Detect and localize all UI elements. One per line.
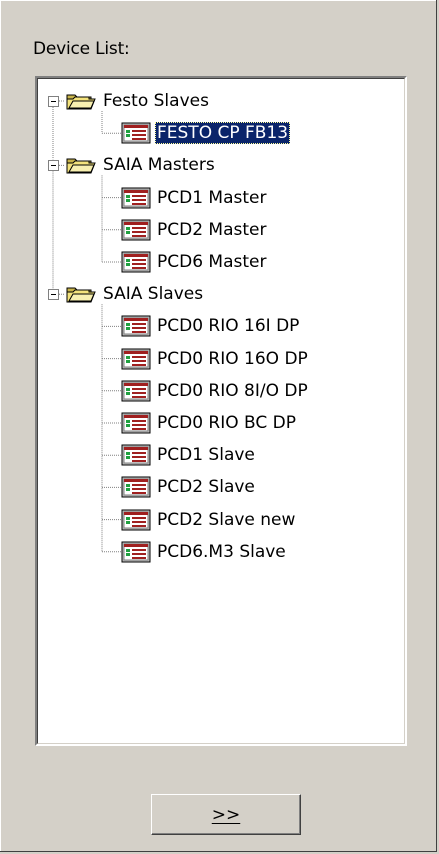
device-list-label: Device List:: [33, 39, 130, 59]
device-icon: [121, 122, 151, 148]
device-icon: [121, 348, 151, 374]
tree-device-item[interactable]: PCD1 Master: [37, 185, 397, 211]
add-device-button-label: >>: [211, 804, 241, 825]
tree-device-label: PCD2 Master: [157, 219, 267, 240]
tree-group-label: SAIA Masters: [103, 155, 215, 176]
tree-device-item[interactable]: PCD0 RIO 8I/O DP: [37, 378, 397, 404]
device-list-panel: Device List: Festo Slaves FESTO CP FB13 SA…: [0, 0, 437, 852]
tree-device-label: PCD1 Master: [157, 187, 267, 208]
tree-device-label: PCD0 RIO BC DP: [157, 413, 297, 433]
tree-device-label: PCD0 RIO 16I DP: [157, 316, 300, 337]
tree-device-label: PCD2 Slave: [157, 477, 255, 498]
device-icon: [121, 251, 151, 277]
collapse-toggle-icon[interactable]: [48, 289, 59, 301]
tree-device-label: PCD0 RIO 8I/O DP: [157, 380, 308, 401]
tree-device-label-selected: FESTO CP FB13: [155, 122, 291, 145]
device-icon: [121, 219, 151, 245]
tree-device-item[interactable]: PCD6 Master: [37, 249, 397, 275]
tree-group-node[interactable]: SAIA Masters: [37, 152, 397, 178]
add-device-button[interactable]: >>: [151, 794, 301, 835]
folder-open-icon: [65, 91, 97, 115]
device-icon: [121, 476, 151, 502]
tree-group-label: SAIA Slaves: [103, 284, 204, 305]
device-icon: [121, 541, 151, 567]
tree-device-item[interactable]: PCD2 Master: [37, 217, 397, 243]
tree-device-label: PCD6.M3 Slave: [157, 541, 286, 562]
tree-device-item[interactable]: PCD0 RIO 16O DP: [37, 346, 397, 372]
folder-open-icon: [65, 284, 97, 308]
tree-device-item[interactable]: PCD2 Slave: [37, 474, 397, 500]
device-icon: [121, 412, 151, 438]
tree-device-item[interactable]: PCD6.M3 Slave: [37, 539, 397, 565]
device-icon: [121, 315, 151, 341]
tree-device-label: PCD0 RIO 16O DP: [157, 348, 308, 369]
tree-device-label: PCD1 Slave: [157, 445, 255, 466]
tree-device-item[interactable]: FESTO CP FB13: [37, 120, 397, 146]
tree-device-label: PCD6 Master: [157, 252, 267, 272]
tree-group-label: Festo Slaves: [103, 91, 209, 111]
tree-device-item[interactable]: PCD2 Slave new: [37, 507, 397, 533]
tree-group-node[interactable]: SAIA Slaves: [37, 281, 397, 307]
tree-device-item[interactable]: PCD1 Slave: [37, 442, 397, 468]
tree-device-label: PCD2 Slave new: [157, 509, 296, 530]
collapse-toggle-icon[interactable]: [48, 96, 59, 107]
device-icon: [121, 509, 151, 535]
device-icon: [121, 187, 151, 213]
device-icon: [121, 444, 151, 470]
tree-group-node[interactable]: Festo Slaves: [37, 88, 397, 114]
device-icon: [121, 380, 151, 406]
tree-device-item[interactable]: PCD0 RIO 16I DP: [37, 313, 397, 339]
collapse-toggle-icon[interactable]: [48, 160, 59, 172]
tree-device-item[interactable]: PCD0 RIO BC DP: [37, 410, 397, 436]
device-tree[interactable]: Festo Slaves FESTO CP FB13 SAIA Masters PCD…: [35, 76, 407, 746]
folder-open-icon: [65, 155, 97, 179]
